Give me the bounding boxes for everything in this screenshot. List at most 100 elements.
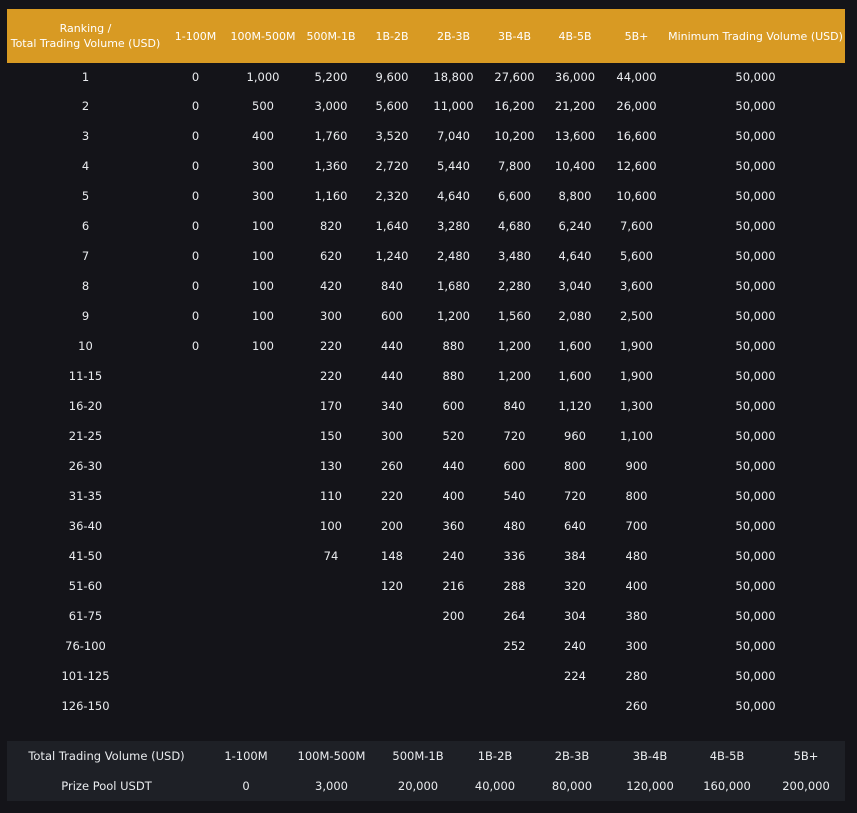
reward-cell: 288 xyxy=(503,579,526,593)
rank-cell: 101-125 xyxy=(61,669,110,683)
ranking-table-container: Ranking / Total Trading Volume (USD) 1-1… xyxy=(7,9,845,721)
header-tier: 2B-3B xyxy=(421,9,486,63)
reward-cell: 7,800 xyxy=(498,159,531,173)
table-row: 31-35 110 220 400 540 720 800 50,000 xyxy=(7,481,845,511)
reward-cell: 500 xyxy=(252,99,274,113)
reward-cell xyxy=(227,421,299,451)
reward-cell: 540 xyxy=(503,489,526,503)
reward-cell xyxy=(543,691,607,721)
reward-cell: 2,280 xyxy=(498,279,531,293)
pool-header-cell: 4B-5B xyxy=(709,749,745,763)
reward-cell xyxy=(164,451,227,481)
ranking-table: Ranking / Total Trading Volume (USD) 1-1… xyxy=(7,9,845,721)
reward-cell: 1,360 xyxy=(314,159,348,173)
reward-cell: 16,200 xyxy=(494,99,535,113)
minimum-volume-cell: 50,000 xyxy=(735,489,776,503)
reward-cell: 260 xyxy=(381,459,403,473)
pool-value-cell: 200,000 xyxy=(782,779,830,793)
reward-cell xyxy=(227,451,299,481)
reward-cell: 2,500 xyxy=(620,309,653,323)
reward-cell: 380 xyxy=(625,609,648,623)
reward-cell: 3,280 xyxy=(437,219,470,233)
table-row: 3 0 400 1,760 3,520 7,040 10,200 13,600 16,600 50… xyxy=(7,121,845,151)
reward-cell: 1,900 xyxy=(620,339,653,353)
reward-cell: 840 xyxy=(503,399,526,413)
reward-cell xyxy=(227,541,299,571)
rank-cell: 61-75 xyxy=(68,609,103,623)
rank-cell: 1 xyxy=(81,70,90,84)
reward-cell: 2,080 xyxy=(558,309,592,323)
minimum-volume-cell: 50,000 xyxy=(735,579,776,593)
reward-cell xyxy=(299,571,363,601)
reward-cell: 1,300 xyxy=(620,399,653,413)
reward-cell: 3,000 xyxy=(314,99,348,113)
reward-cell: 13,600 xyxy=(554,129,596,143)
table-row: 101-125 224 280 50,000 xyxy=(7,661,845,691)
pool-header-cell: 3B-4B xyxy=(632,749,668,763)
reward-cell: 9,600 xyxy=(375,70,409,84)
table-row: 1 0 1,000 5,200 9,600 18,800 27,600 36,000 44,00… xyxy=(7,63,845,91)
minimum-volume-cell: 50,000 xyxy=(735,639,776,653)
table-row: 76-100 252 240 300 50,000 xyxy=(7,631,845,661)
reward-cell: 480 xyxy=(503,519,526,533)
pool-value-cell: 40,000 xyxy=(474,779,516,793)
reward-cell: 2,480 xyxy=(437,249,470,263)
reward-cell: 300 xyxy=(625,639,648,653)
reward-cell xyxy=(421,691,486,721)
reward-cell: 440 xyxy=(381,369,403,383)
reward-cell: 1,160 xyxy=(314,189,348,203)
reward-cell: 800 xyxy=(625,489,648,503)
reward-cell: 44,000 xyxy=(616,70,657,84)
reward-cell: 720 xyxy=(564,489,586,503)
table-row: 41-50 74 148 240 336 384 480 50,000 xyxy=(7,541,845,571)
reward-cell: 224 xyxy=(564,669,586,683)
reward-cell: 840 xyxy=(381,279,403,293)
reward-cell: 400 xyxy=(252,129,274,143)
rank-cell: 31-35 xyxy=(68,489,103,503)
rank-cell: 41-50 xyxy=(68,549,103,563)
reward-cell xyxy=(164,571,227,601)
reward-cell: 3,040 xyxy=(558,279,592,293)
table-row: 21-25 150 300 520 720 960 1,100 50,000 xyxy=(7,421,845,451)
reward-cell: 700 xyxy=(625,519,648,533)
table-row: 4 0 300 1,360 2,720 5,440 7,800 10,400 12,600 50,… xyxy=(7,151,845,181)
reward-cell: 240 xyxy=(442,549,465,563)
reward-cell: 100 xyxy=(252,219,274,233)
reward-cell: 130 xyxy=(320,459,342,473)
header-tier: 1-100M xyxy=(164,9,227,63)
reward-cell xyxy=(227,631,299,661)
reward-cell: 3,480 xyxy=(498,249,531,263)
pool-value-cell: 80,000 xyxy=(551,779,593,793)
reward-cell: 1,900 xyxy=(620,369,653,383)
rank-cell: 9 xyxy=(81,309,90,323)
reward-cell xyxy=(299,661,363,691)
rank-cell: 36-40 xyxy=(68,519,103,533)
reward-cell xyxy=(486,691,543,721)
reward-cell xyxy=(227,481,299,511)
reward-cell: 216 xyxy=(442,579,465,593)
reward-cell: 384 xyxy=(564,549,586,563)
rank-cell: 3 xyxy=(81,129,90,143)
reward-cell: 340 xyxy=(381,399,403,413)
reward-cell: 720 xyxy=(503,429,526,443)
reward-cell: 7,040 xyxy=(437,129,470,143)
reward-cell xyxy=(164,481,227,511)
rank-cell: 126-150 xyxy=(61,699,110,713)
minimum-volume-cell: 50,000 xyxy=(735,219,776,233)
pool-value-cell: 0 xyxy=(242,779,250,793)
reward-cell: 0 xyxy=(191,99,200,113)
reward-cell: 900 xyxy=(625,459,648,473)
minimum-volume-cell: 50,000 xyxy=(735,459,776,473)
reward-cell: 336 xyxy=(503,549,526,563)
reward-cell: 420 xyxy=(320,279,342,293)
reward-cell: 18,800 xyxy=(433,70,474,84)
reward-cell: 0 xyxy=(191,309,200,323)
ranking-header-row: Ranking / Total Trading Volume (USD) 1-1… xyxy=(7,9,845,63)
reward-cell: 1,200 xyxy=(498,369,531,383)
prize-pool-table: Total Trading Volume (USD) 1-100M 100M-5… xyxy=(7,741,845,801)
reward-cell: 100 xyxy=(252,309,274,323)
reward-cell xyxy=(227,661,299,691)
prize-pool-value-row: Prize Pool USDT 0 3,000 20,000 40,000 80… xyxy=(7,771,845,801)
minimum-volume-cell: 50,000 xyxy=(735,99,776,113)
reward-cell: 26,000 xyxy=(616,99,657,113)
